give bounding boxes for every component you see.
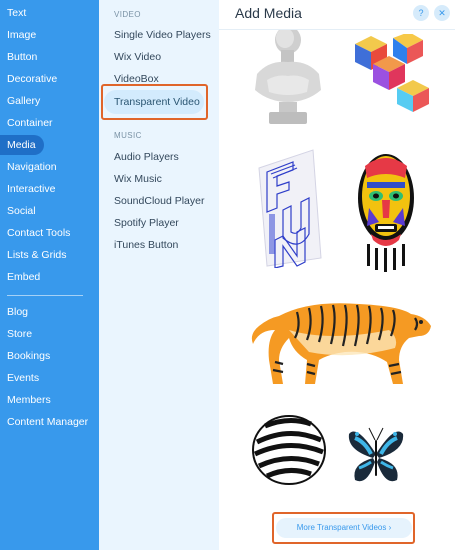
sidebar-divider <box>7 295 83 296</box>
music-section-header: MUSIC <box>114 131 142 140</box>
sidebar-item-text[interactable]: Text <box>0 3 26 23</box>
subcategory-transparent-video[interactable]: Transparent Video <box>104 90 204 114</box>
video-section-header: VIDEO <box>114 10 141 19</box>
subcategory-single-video-players[interactable]: Single Video Players <box>114 29 211 41</box>
sidebar-item-bookings[interactable]: Bookings <box>0 346 50 366</box>
colorful-cubes-video-thumbnail[interactable] <box>353 34 433 112</box>
sidebar-item-image[interactable]: Image <box>0 25 36 45</box>
sidebar-item-embed[interactable]: Embed <box>0 267 40 287</box>
sidebar-item-lists-grids[interactable]: Lists & Grids <box>0 245 67 265</box>
striped-swirl-video-thumbnail[interactable] <box>251 412 327 486</box>
subcategory-audio-players[interactable]: Audio Players <box>114 151 179 163</box>
sidebar-item-decorative[interactable]: Decorative <box>0 69 57 89</box>
subcategory-wix-video[interactable]: Wix Video <box>114 51 161 63</box>
sidebar-item-navigation[interactable]: Navigation <box>0 157 57 177</box>
sidebar-item-media[interactable]: Media <box>0 135 44 155</box>
media-subcategory-panel: VIDEO Single Video Players Wix Video Vid… <box>99 0 219 550</box>
sidebar-item-interactive[interactable]: Interactive <box>0 179 55 199</box>
sidebar-item-contact-tools[interactable]: Contact Tools <box>0 223 70 243</box>
sidebar-item-content-manager[interactable]: Content Manager <box>0 412 88 432</box>
sidebar-item-button[interactable]: Button <box>0 47 37 67</box>
subcategory-soundcloud-player[interactable]: SoundCloud Player <box>114 195 204 207</box>
subcategory-spotify-player[interactable]: Spotify Player <box>114 217 179 229</box>
bust-statue-video-thumbnail[interactable] <box>247 30 329 130</box>
subcategory-wix-music[interactable]: Wix Music <box>114 173 162 185</box>
sidebar-item-blog[interactable]: Blog <box>0 302 28 322</box>
tiger-video-thumbnail[interactable] <box>249 290 435 388</box>
sidebar-item-store[interactable]: Store <box>0 324 32 344</box>
subcategory-itunes-button[interactable]: iTunes Button <box>114 239 178 251</box>
butterfly-video-thumbnail[interactable] <box>347 424 405 486</box>
sidebar-item-events[interactable]: Events <box>0 368 39 388</box>
subcategory-videobox[interactable]: VideoBox <box>114 73 159 85</box>
sidebar-item-container[interactable]: Container <box>0 113 53 133</box>
help-button[interactable]: ? <box>413 5 429 21</box>
panel-title: Add Media <box>235 5 302 21</box>
add-media-panel: Add Media ? ✕ More Transparent Videos › <box>219 0 455 550</box>
tribal-mask-video-thumbnail[interactable] <box>355 148 417 272</box>
category-sidebar: Text Image Button Decorative Gallery Con… <box>0 0 99 550</box>
sidebar-item-gallery[interactable]: Gallery <box>0 91 40 111</box>
sidebar-item-social[interactable]: Social <box>0 201 36 221</box>
more-transparent-videos-button[interactable]: More Transparent Videos › <box>276 518 412 538</box>
sidebar-item-members[interactable]: Members <box>0 390 51 410</box>
close-button[interactable]: ✕ <box>434 5 450 21</box>
fun-letters-video-thumbnail[interactable] <box>253 148 325 268</box>
